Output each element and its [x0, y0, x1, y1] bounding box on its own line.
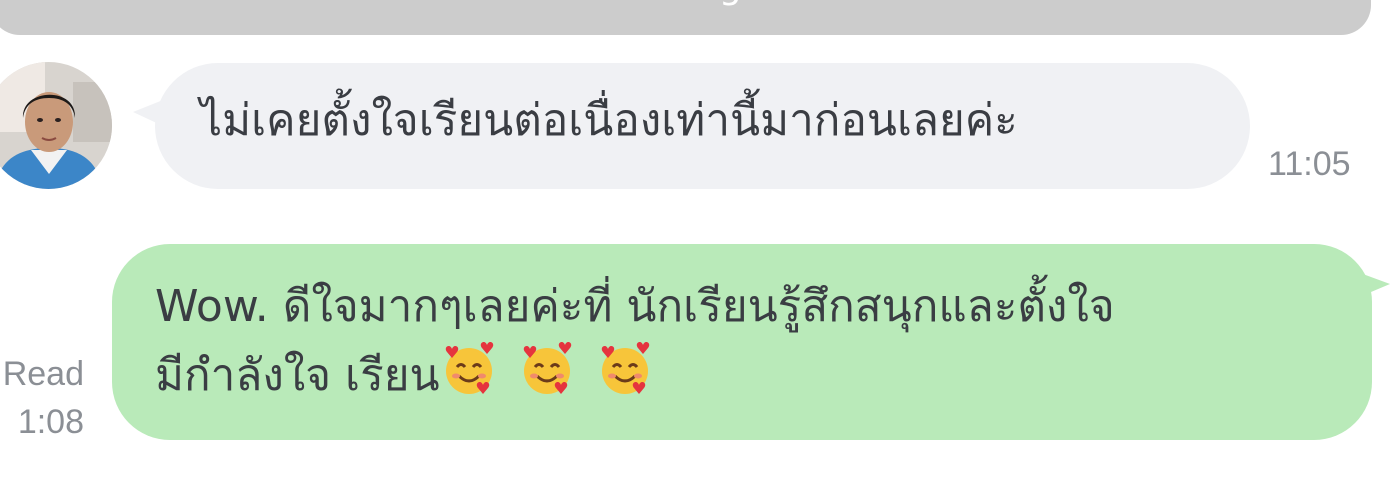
- unread-messages-banner: Unread messages below: [0, 0, 1371, 35]
- outgoing-message-text: Wow. ดีใจมากๆเลยค่ะที่ นักเรียนรู้สึกสนุ…: [155, 274, 1345, 417]
- read-label: Read: [2, 355, 84, 393]
- smiling-face-with-hearts-icon: [523, 341, 571, 394]
- incoming-message-text: ไม่เคยตั้งใจเรียนต่อเนื่องเท่านี้มาก่อนเ…: [200, 95, 1018, 146]
- smiling-face-with-hearts-icon: [601, 341, 649, 394]
- avatar[interactable]: [0, 62, 112, 189]
- chat-view: Unread messages below ไม่เคยตั้งใจเรียนต…: [0, 0, 1395, 498]
- outgoing-message-time: 1:08: [17, 403, 84, 441]
- smiling-face-with-hearts-icon: [445, 341, 493, 394]
- outgoing-message-line-2: มีกำลังใจ เรียน: [155, 340, 1345, 417]
- emoji-row: [440, 340, 660, 417]
- incoming-message-time: 11:05: [1268, 145, 1351, 183]
- outgoing-message-line-1: Wow. ดีใจมากๆเลยค่ะที่ นักเรียนรู้สึกสนุ…: [155, 281, 1115, 332]
- read-receipt: Read 1:08: [0, 350, 84, 446]
- avatar-photo: [0, 62, 112, 189]
- outgoing-message-line-2-text: มีกำลังใจ เรียน: [155, 350, 440, 401]
